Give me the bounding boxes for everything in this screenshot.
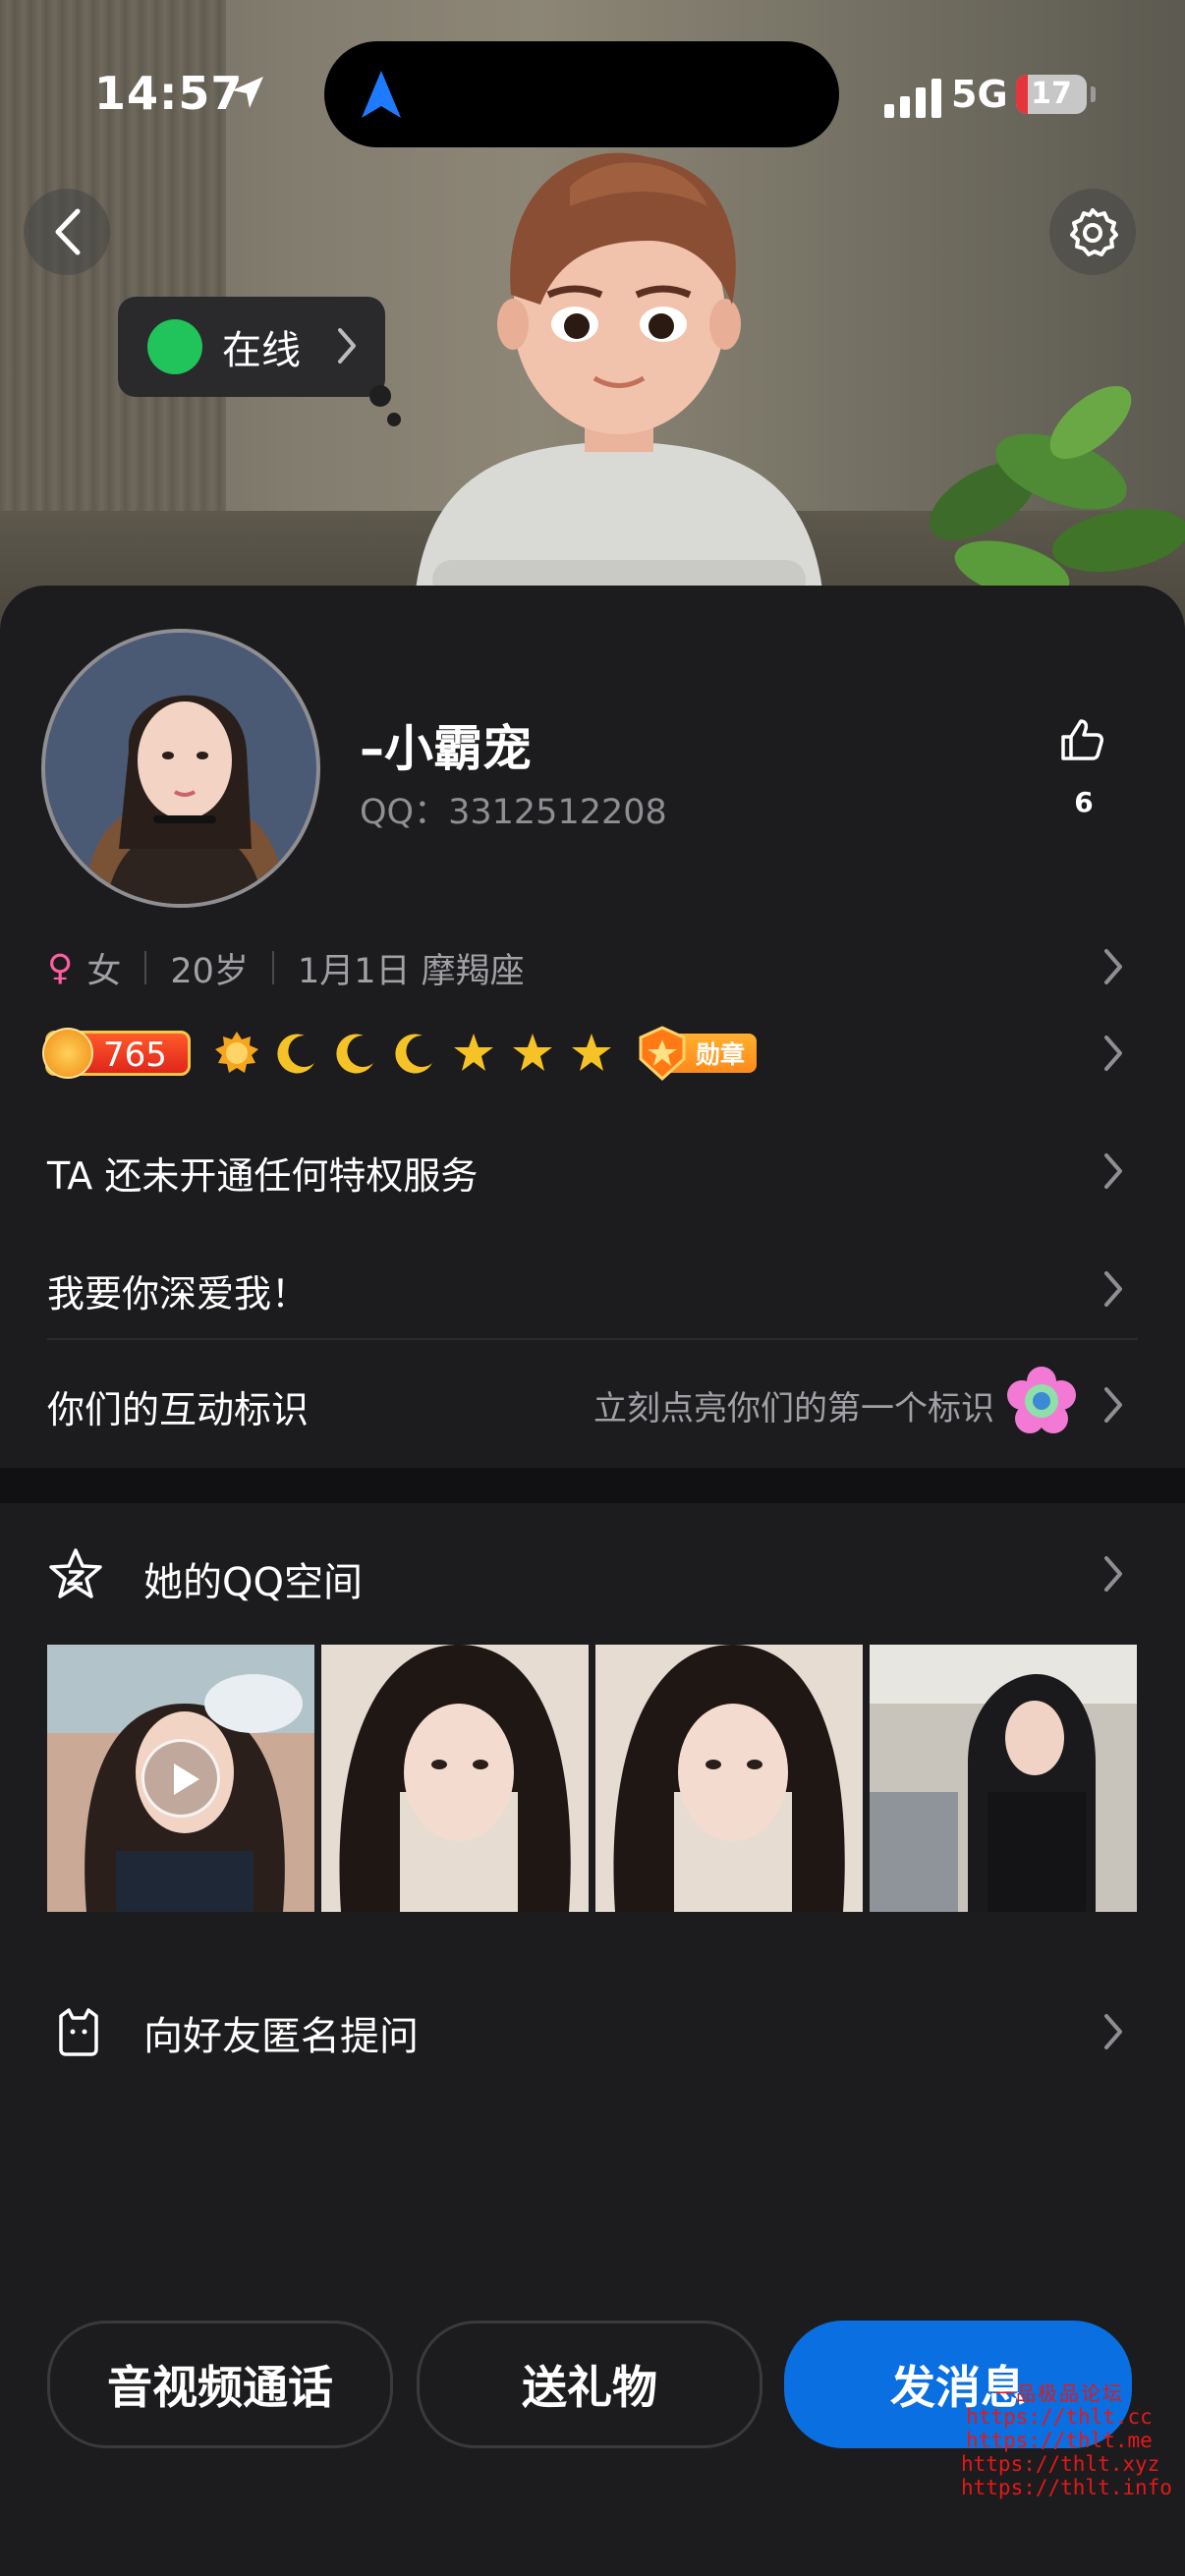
signature-row[interactable]: 我要你深爱我！ (47, 1263, 309, 1317)
divider (144, 951, 147, 984)
moon-level-icon (395, 1034, 432, 1074)
female-icon: ♀ (47, 947, 74, 988)
birthday-text: 1月1日 摩羯座 (297, 951, 525, 991)
watermark: 一品极品论坛 https://thlt.cc https://thlt.me h… (961, 2381, 1172, 2499)
chevron-right-icon[interactable] (1102, 1385, 1124, 1425)
section-separator (0, 1468, 1185, 1503)
watermark-url: https://thlt.xyz (961, 2452, 1160, 2476)
basic-info-row[interactable]: ♀ 女 20岁 1月1日 摩羯座 (47, 943, 525, 992)
moon-level-icon (336, 1034, 373, 1074)
interaction-mark-hint[interactable]: 立刻点亮你们的第一个标识 (593, 1381, 994, 1429)
qq-number[interactable]: QQ：3312512208 (360, 784, 667, 834)
gender-text: 女 (86, 951, 122, 991)
thought-bubble-dot (369, 385, 391, 407)
watermark-url: https://thlt.me (966, 2429, 1153, 2452)
chevron-right-icon[interactable] (1102, 1151, 1124, 1191)
status-bar: 14:57 5G 17 (0, 0, 1185, 196)
chevron-left-icon (55, 208, 81, 255)
chevron-right-icon[interactable] (1102, 2012, 1124, 2051)
sun-level-icon (215, 1032, 258, 1073)
anonymous-ask-title[interactable]: 向好友匿名提问 (143, 2004, 419, 2061)
thought-bubble-dot (387, 413, 401, 426)
level-badges-row[interactable]: 765 勋章 (42, 1026, 758, 1081)
video-call-button[interactable]: 音视频通话 (47, 2321, 393, 2448)
watermark-url: https://thlt.cc (966, 2405, 1153, 2429)
star-level-icon (572, 1034, 611, 1071)
online-dot-icon (147, 319, 202, 374)
moon-level-icon (277, 1034, 314, 1074)
online-status-label: 在线 (222, 328, 301, 373)
chevron-right-icon[interactable] (1102, 1269, 1124, 1309)
battery-cap (1091, 86, 1096, 102)
thumbnail-image (870, 1645, 1137, 1912)
zplan-avatar-figure[interactable] (393, 147, 845, 629)
network-type: 5G (951, 73, 1008, 116)
divider (271, 951, 274, 984)
status-time: 14:57 (94, 67, 244, 120)
chevron-right-icon (338, 328, 356, 364)
play-icon (141, 1739, 220, 1818)
qzone-photo-thumbnail[interactable] (321, 1645, 589, 1912)
chevron-right-icon[interactable] (1102, 1554, 1124, 1594)
interaction-mark-row[interactable]: 你们的互动标识 (47, 1379, 309, 1433)
watermark-url: https://thlt.info (961, 2476, 1172, 2499)
star-level-icon (513, 1034, 552, 1071)
cellular-signal-icon (884, 79, 941, 118)
qzone-star-icon (49, 1548, 102, 1598)
qzone-video-thumbnail[interactable] (47, 1645, 314, 1912)
level-coin-icon (42, 1028, 93, 1079)
battery-icon: 17 (1016, 75, 1087, 114)
chevron-right-icon[interactable] (1102, 1034, 1124, 1073)
star-level-icon (454, 1034, 493, 1071)
avatar-photo (45, 633, 316, 904)
location-arrow-icon (232, 77, 263, 108)
age-text: 20岁 (170, 951, 249, 991)
send-gift-button[interactable]: 送礼物 (417, 2321, 762, 2448)
qzone-title[interactable]: 她的QQ空间 (143, 1550, 363, 1607)
watermark-title: 一品极品论坛 (994, 2381, 1124, 2405)
medal-badge: 勋章 (637, 1026, 758, 1081)
avatar[interactable] (41, 629, 320, 908)
profile-name: –小霸宠 (360, 720, 532, 777)
settings-button[interactable] (1049, 189, 1136, 275)
battery-percent: 17 (1031, 77, 1072, 111)
qzone-photo-thumbnail[interactable] (870, 1645, 1137, 1912)
dynamic-island[interactable] (324, 41, 839, 147)
row-divider (47, 1338, 1138, 1340)
qzone-photo-thumbnail[interactable] (595, 1645, 863, 1912)
online-status-pill[interactable]: 在线 (118, 297, 385, 397)
flower-mark-icon (1007, 1367, 1076, 1433)
navigation-arrow-icon (362, 71, 401, 118)
like-count: 6 (1074, 786, 1094, 818)
chevron-right-icon[interactable] (1102, 947, 1124, 986)
gear-icon (1070, 208, 1118, 256)
thumbs-up-icon[interactable] (1059, 717, 1104, 762)
anonymous-ask-icon (59, 2008, 98, 2056)
medal-shield-icon (639, 1026, 686, 1081)
thumbnail-image (321, 1645, 589, 1912)
thumbnail-image (595, 1645, 863, 1912)
back-button[interactable] (24, 189, 110, 275)
level-number: 765 (103, 1036, 167, 1075)
privilege-row[interactable]: TA 还未开通任何特权服务 (47, 1146, 478, 1200)
level-badge: 765 (42, 1028, 191, 1079)
